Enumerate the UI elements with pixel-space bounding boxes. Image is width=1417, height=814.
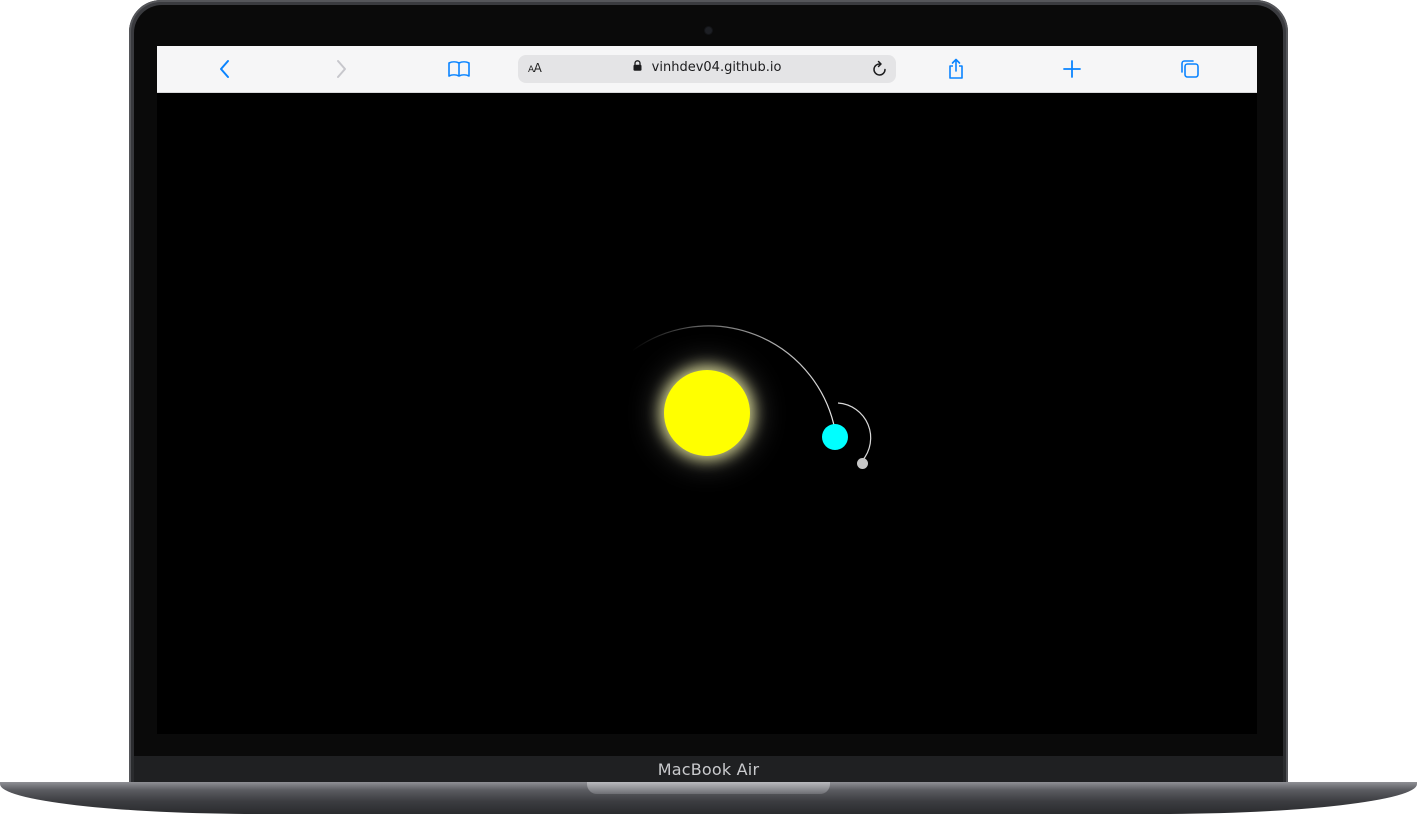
url-text: vinhdev04.github.io [651,60,782,75]
chevron-right-icon [337,60,346,78]
laptop-notch [587,782,830,794]
forward-button[interactable] [327,55,355,83]
moon [857,458,868,469]
url-display[interactable]: vinhdev04.github.io [518,60,896,75]
new-tab-button[interactable] [1058,55,1086,83]
share-button[interactable] [942,55,970,83]
plus-icon [1063,60,1081,78]
book-icon [448,61,470,77]
tabs-button[interactable] [1176,55,1204,83]
reload-icon [873,60,886,76]
bookmarks-button[interactable] [445,55,473,83]
tabs-icon [1181,60,1199,78]
device-label: MacBook Air [657,760,760,779]
address-bar[interactable]: AA vinhdev04.github.io [518,55,896,83]
reload-button[interactable] [868,57,892,81]
earth-planet [822,424,848,450]
browser-toolbar: AA vinhdev04.github.io [157,46,1257,93]
lock-icon [633,60,642,75]
chevron-left-icon [220,60,229,78]
sun [664,370,750,456]
device-mockup: AA vinhdev04.github.io MacBook Air [0,0,1417,814]
browser-window: AA vinhdev04.github.io [157,46,1257,734]
back-button[interactable] [211,55,239,83]
share-icon [949,58,963,79]
camera-icon [705,27,712,34]
solar-system-canvas [157,93,1257,734]
